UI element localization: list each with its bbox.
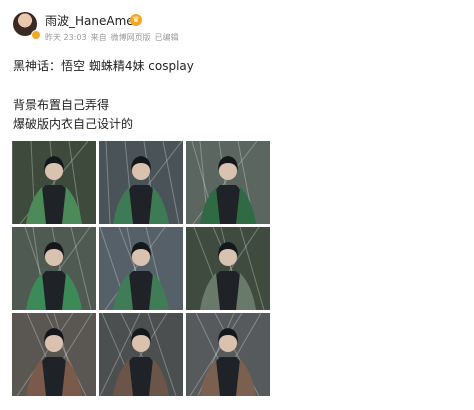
photo-thumbnail[interactable] bbox=[99, 313, 183, 396]
photo-thumbnail[interactable] bbox=[12, 227, 96, 310]
post-time[interactable]: 昨天 23:03 bbox=[45, 33, 87, 42]
post-text-line-1: 黑神话：悟空 蜘蛛精4妹 cosplay bbox=[13, 59, 194, 73]
source-prefix: 来自 bbox=[90, 33, 107, 42]
crown-icon: ♛ bbox=[130, 14, 142, 26]
photo-thumbnail[interactable] bbox=[186, 313, 270, 396]
photo-thumbnail[interactable] bbox=[12, 313, 96, 396]
weibo-post: 雨波_HaneAme ♛ 昨天 23:03 来自 微博网页版 已编辑 黑神话：悟空 蜘… bbox=[0, 0, 474, 410]
photo-thumbnail[interactable] bbox=[12, 141, 96, 224]
photo-grid bbox=[12, 141, 270, 396]
photo-thumbnail[interactable] bbox=[186, 227, 270, 310]
verified-badge-icon bbox=[31, 30, 41, 40]
username[interactable]: 雨波_HaneAme bbox=[45, 14, 134, 28]
photo-thumbnail[interactable] bbox=[186, 141, 270, 224]
post-text-line-2: 背景布置自己弄得 bbox=[13, 98, 110, 112]
photo-thumbnail[interactable] bbox=[99, 227, 183, 310]
edited-label[interactable]: 已编辑 bbox=[155, 33, 179, 42]
post-text-line-3: 爆破版内衣自己设计的 bbox=[13, 117, 134, 131]
post-source[interactable]: 微博网页版 bbox=[111, 33, 151, 42]
photo-thumbnail[interactable] bbox=[99, 141, 183, 224]
post-meta: 昨天 23:03 来自 微博网页版 已编辑 bbox=[45, 33, 183, 43]
